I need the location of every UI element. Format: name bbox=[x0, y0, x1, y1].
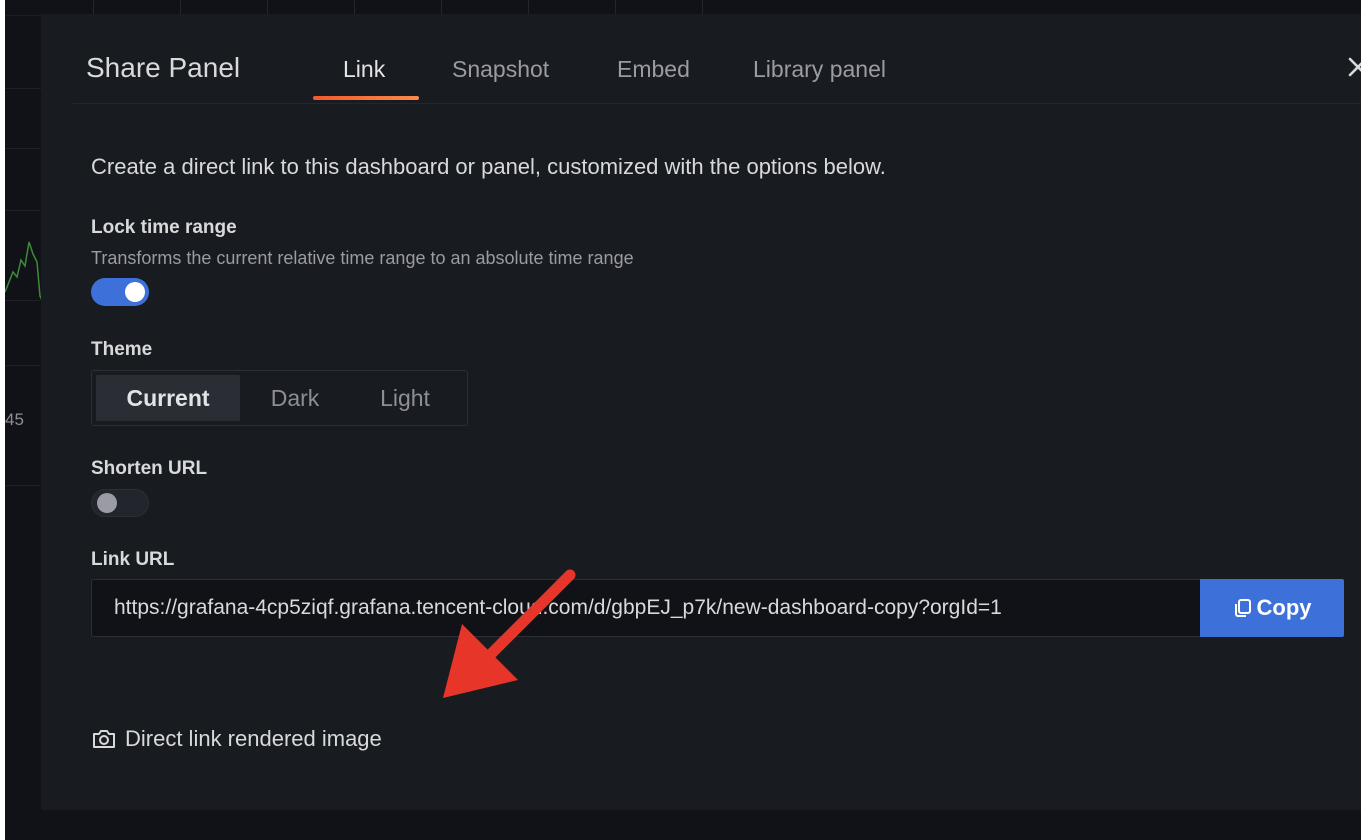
shorten-url-toggle[interactable] bbox=[91, 489, 149, 517]
direct-link-label: Direct link rendered image bbox=[125, 726, 382, 751]
camera-icon bbox=[93, 730, 115, 748]
theme-label: Theme bbox=[91, 339, 153, 360]
share-panel-modal: Share Panel Link Snapshot Embed Library … bbox=[41, 14, 1361, 810]
copy-button-label: Copy bbox=[1256, 595, 1312, 620]
background-sparkline bbox=[5, 241, 44, 303]
theme-option-dark[interactable]: Dark bbox=[240, 375, 350, 421]
lock-time-range-label: Lock time range bbox=[91, 217, 237, 238]
link-tab-content: Create a direct link to this dashboard o… bbox=[91, 14, 1361, 810]
toggle-knob bbox=[125, 282, 145, 302]
copy-button[interactable]: Copy bbox=[1200, 579, 1344, 637]
copy-icon bbox=[1234, 599, 1251, 617]
screen: 45 Share Panel Link Snapshot Embed Libra… bbox=[5, 0, 1361, 840]
theme-option-light[interactable]: Light bbox=[350, 375, 460, 421]
toggle-knob bbox=[97, 493, 117, 513]
lock-time-range-description: Transforms the current relative time ran… bbox=[91, 248, 634, 268]
link-url-label: Link URL bbox=[91, 549, 175, 570]
theme-radio-group: Current Dark Light bbox=[91, 370, 468, 426]
link-intro-text: Create a direct link to this dashboard o… bbox=[91, 154, 886, 179]
link-url-input[interactable]: https://grafana-4cp5ziqf.grafana.tencent… bbox=[91, 579, 1201, 637]
lock-time-range-toggle[interactable] bbox=[91, 278, 149, 306]
background-axis-label: 45 bbox=[5, 410, 24, 429]
direct-link-rendered-image[interactable]: Direct link rendered image bbox=[91, 726, 382, 752]
shorten-url-label: Shorten URL bbox=[91, 458, 208, 479]
theme-option-current[interactable]: Current bbox=[96, 375, 240, 421]
